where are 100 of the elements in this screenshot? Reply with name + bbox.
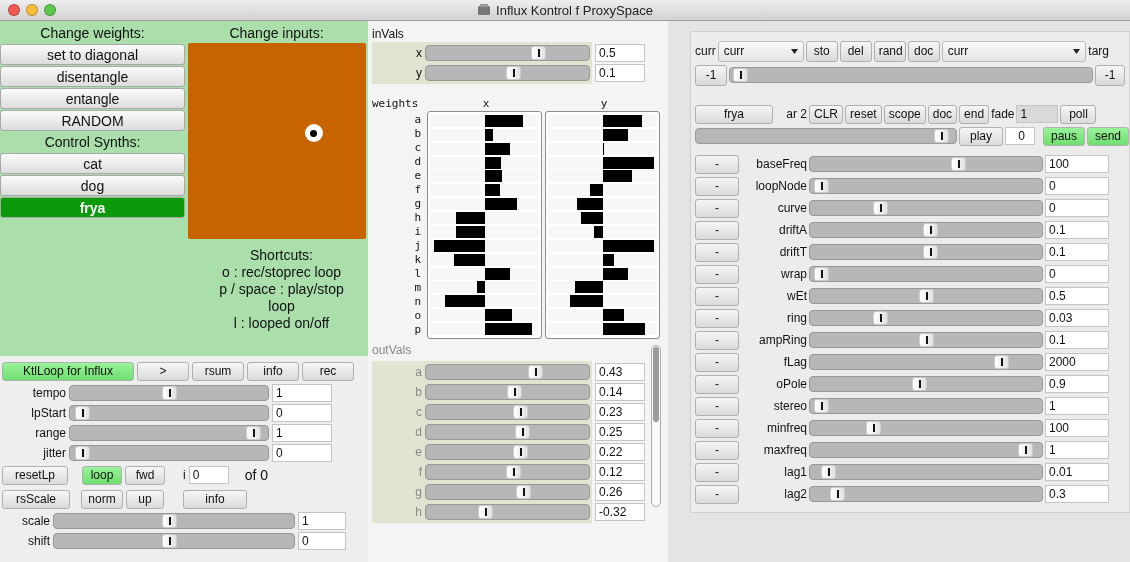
slider-track[interactable] (729, 67, 1093, 83)
synth-button[interactable]: frya (0, 197, 185, 218)
slider-track[interactable] (695, 128, 957, 144)
slider-track[interactable] (809, 310, 1043, 326)
slider-thumb[interactable] (75, 406, 91, 420)
slider-thumb[interactable] (514, 425, 530, 439)
slider-track[interactable] (809, 332, 1043, 348)
slider-track[interactable] (69, 405, 269, 421)
header-button[interactable]: > (137, 361, 189, 381)
slider-track[interactable] (425, 444, 590, 460)
slider-thumb[interactable] (531, 46, 547, 60)
value-field[interactable]: 0 (1045, 265, 1109, 283)
value-field[interactable]: 1 (272, 424, 332, 442)
value-field[interactable]: 1 (1045, 441, 1109, 459)
remove-button[interactable]: - (695, 374, 739, 394)
slider-thumb[interactable] (507, 385, 523, 399)
header-button[interactable]: rec (302, 361, 354, 381)
scale-button[interactable]: norm (81, 489, 123, 509)
slider-thumb[interactable] (733, 68, 749, 82)
slider-track[interactable] (69, 425, 269, 441)
weights-button[interactable]: RANDOM (0, 110, 185, 131)
slider-track[interactable] (425, 45, 590, 61)
slider-track[interactable] (69, 445, 269, 461)
synth-button[interactable]: cat (0, 153, 185, 174)
header-button[interactable]: KtlLoop for Influx (2, 361, 134, 381)
preset-button[interactable]: rand (873, 40, 906, 62)
value-field[interactable]: 0.25 (595, 423, 645, 441)
proxy-button[interactable]: doc (927, 104, 958, 124)
toggle-button[interactable]: paus (1043, 126, 1085, 146)
slider-thumb[interactable] (918, 333, 934, 347)
slider-track[interactable] (809, 288, 1043, 304)
index-field[interactable]: 0 (188, 466, 229, 484)
slider-thumb[interactable] (505, 66, 521, 80)
slider-thumb[interactable] (814, 267, 830, 281)
slider-track[interactable] (809, 178, 1043, 194)
fade-field[interactable]: 1 (1016, 105, 1059, 123)
slider-thumb[interactable] (75, 446, 91, 460)
slider-thumb[interactable] (872, 311, 888, 325)
value-field[interactable]: 0.1 (1045, 243, 1109, 261)
value-field[interactable]: 0.01 (1045, 463, 1109, 481)
value-field[interactable]: 0.1 (1045, 331, 1109, 349)
poll-button[interactable]: poll (1060, 104, 1097, 124)
remove-button[interactable]: - (695, 462, 739, 482)
remove-button[interactable]: - (695, 198, 739, 218)
value-field[interactable]: 1 (272, 384, 332, 402)
value-field[interactable]: 0.9 (1045, 375, 1109, 393)
value-field[interactable]: 0.22 (595, 443, 645, 461)
slider-track[interactable] (425, 484, 590, 500)
slider-track[interactable] (425, 65, 590, 81)
value-field[interactable]: 100 (1045, 419, 1109, 437)
weights-button[interactable]: entangle (0, 88, 185, 109)
scale-button[interactable]: info (183, 489, 247, 509)
minimize-button[interactable] (26, 4, 38, 16)
value-field[interactable]: 0.3 (1045, 485, 1109, 503)
synth-button[interactable]: dog (0, 175, 185, 196)
weights-button[interactable]: set to diagonal (0, 44, 185, 65)
value-field[interactable]: 0 (298, 532, 346, 550)
slider-track[interactable] (425, 404, 590, 420)
slider-track[interactable] (809, 222, 1043, 238)
remove-button[interactable]: - (695, 484, 739, 504)
slider-thumb[interactable] (951, 157, 967, 171)
value-field[interactable]: 1 (1045, 397, 1109, 415)
slider-track[interactable] (425, 384, 590, 400)
value-field[interactable]: 0.03 (1045, 309, 1109, 327)
slider-track[interactable] (69, 385, 269, 401)
toggle-button[interactable]: loop (82, 465, 122, 485)
slider-thumb[interactable] (814, 399, 830, 413)
slider-thumb[interactable] (829, 487, 845, 501)
slider-thumb[interactable] (528, 365, 544, 379)
value-field[interactable]: 0 (272, 444, 332, 462)
remove-button[interactable]: - (695, 154, 739, 174)
slider-track[interactable] (425, 364, 590, 380)
slider-track[interactable] (809, 244, 1043, 260)
proxy-button[interactable]: reset (845, 104, 882, 124)
proxy-button[interactable]: scope (883, 104, 926, 124)
remove-button[interactable]: - (695, 176, 739, 196)
slider-track[interactable] (53, 533, 295, 549)
index-button[interactable]: -1 (695, 64, 727, 86)
slider-thumb[interactable] (513, 445, 529, 459)
slider-thumb[interactable] (820, 465, 836, 479)
value-field[interactable]: 0 (1045, 177, 1109, 195)
slider-track[interactable] (809, 354, 1043, 370)
slider-track[interactable] (809, 398, 1043, 414)
scrollbar[interactable] (651, 345, 661, 507)
slider-thumb[interactable] (872, 201, 888, 215)
slider-thumb[interactable] (513, 405, 529, 419)
pad-handle[interactable] (304, 124, 323, 143)
value-field[interactable]: 0 (272, 404, 332, 422)
value-field[interactable]: 0.5 (595, 44, 645, 62)
value-field[interactable]: 0.26 (595, 483, 645, 501)
toggle-button[interactable]: send (1087, 126, 1129, 146)
preset-button[interactable]: del (839, 40, 872, 62)
slider-track[interactable] (809, 420, 1043, 436)
slider-thumb[interactable] (1018, 443, 1034, 457)
value-field[interactable]: 100 (1045, 155, 1109, 173)
proxy-button[interactable]: end (959, 104, 990, 124)
header-button[interactable]: info (247, 361, 299, 381)
slider-thumb[interactable] (912, 377, 927, 391)
preset-button[interactable]: doc (907, 40, 940, 62)
slider-thumb[interactable] (922, 245, 938, 259)
